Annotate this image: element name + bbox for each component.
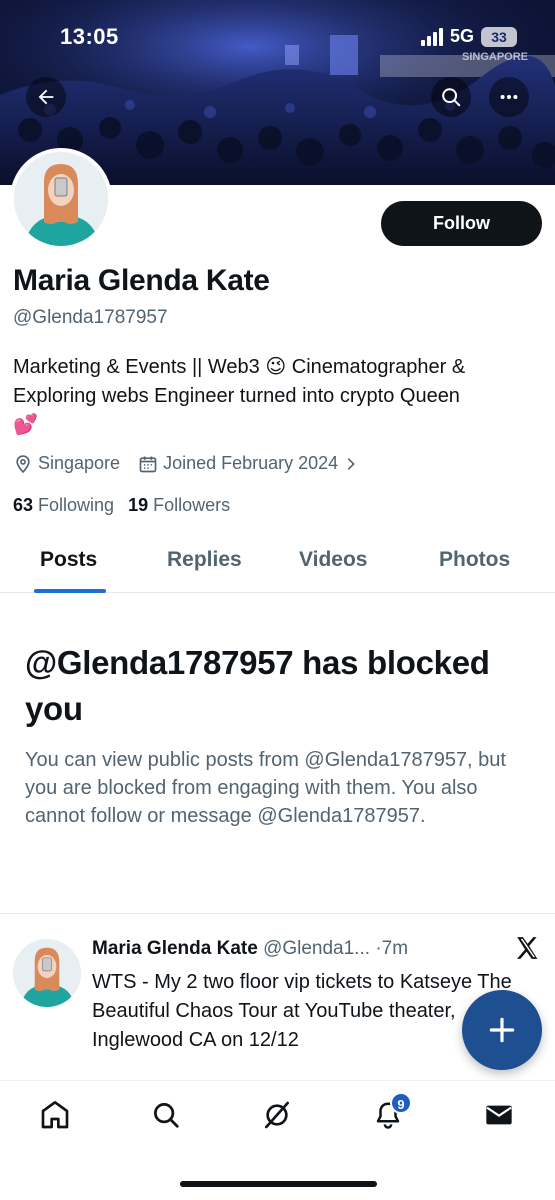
- blocked-title: @Glenda1787957 has blocked you: [25, 644, 490, 727]
- location-pin-icon: [16, 454, 30, 473]
- bio-line: Exploring webs Engineer turned into cryp…: [13, 385, 460, 407]
- profile-bio: Marketing & Events || Web3 😉 Cinematogra…: [13, 353, 543, 440]
- battery-icon: 33: [481, 26, 517, 47]
- nav-home[interactable]: [37, 1097, 73, 1133]
- post-header: Maria Glenda Kate @Glenda1... ·7m: [92, 938, 502, 960]
- nav-notifications[interactable]: 9: [370, 1092, 412, 1133]
- tab-videos[interactable]: Videos: [299, 548, 367, 572]
- blocked-message: You can view public posts from @Glenda17…: [25, 749, 506, 827]
- notifications-badge: 9: [390, 1092, 412, 1114]
- signal-icon: [420, 27, 443, 46]
- arrow-left-icon: [38, 89, 54, 105]
- status-time: 13:05: [60, 24, 119, 49]
- followers-label: Followers: [153, 495, 231, 515]
- search-button[interactable]: [431, 77, 471, 117]
- post-author[interactable]: Maria Glenda Kate: [92, 938, 258, 959]
- more-horizontal-icon: [500, 94, 518, 100]
- nav-search[interactable]: [148, 1097, 184, 1133]
- followers-count: 19: [128, 495, 149, 515]
- nav-grok[interactable]: [259, 1097, 295, 1133]
- tab-replies[interactable]: Replies: [167, 548, 242, 572]
- profile-tabs: Posts Replies Videos Photos: [0, 530, 555, 593]
- grok-icon: [265, 1101, 289, 1129]
- profile-handle: @Glenda1787957: [13, 307, 168, 328]
- location-text: Singapore: [38, 453, 121, 473]
- bio-line: Marketing & Events || Web3 😉 Cinematogra…: [13, 356, 466, 378]
- location: Singapore: [13, 453, 120, 474]
- bio-line: 💕: [13, 414, 38, 436]
- post-avatar-image: [13, 939, 81, 1007]
- home-indicator: [180, 1181, 377, 1187]
- profile-display-name: Maria Glenda Kate: [13, 264, 270, 297]
- post-time: 7m: [381, 938, 409, 959]
- tab-posts[interactable]: Posts: [40, 548, 97, 572]
- more-button[interactable]: [489, 77, 529, 117]
- profile-meta: Singapore Joined February 2024: [13, 453, 377, 474]
- following-label: Following: [38, 495, 115, 515]
- network-type: 5G: [449, 26, 474, 46]
- status-bar: 13:05 5G 33: [0, 18, 555, 58]
- avatar-image: [14, 152, 108, 246]
- joined-text: Joined February 2024: [163, 453, 339, 473]
- back-button[interactable]: [26, 77, 66, 117]
- profile-stats: 63 Following 19 Followers: [13, 495, 230, 516]
- home-icon: [41, 1101, 69, 1129]
- status-indicators: 5G 33: [420, 26, 517, 47]
- post-handle[interactable]: @Glenda1...: [263, 938, 370, 959]
- chevron-right-icon: [347, 457, 356, 470]
- active-tab-indicator: [34, 589, 106, 593]
- follow-button[interactable]: Follow: [381, 201, 542, 246]
- calendar-icon: [139, 456, 157, 472]
- divider: [0, 913, 555, 914]
- search-icon: [442, 88, 461, 107]
- followers-link[interactable]: 19 Followers: [128, 495, 230, 516]
- following-link[interactable]: 63 Following: [13, 495, 114, 516]
- joined-date[interactable]: Joined February 2024: [138, 453, 359, 474]
- post-avatar[interactable]: [13, 939, 81, 1007]
- x-logo-icon[interactable]: [514, 935, 540, 961]
- tab-photos[interactable]: Photos: [439, 548, 510, 572]
- compose-button[interactable]: [462, 990, 542, 1070]
- profile-avatar[interactable]: [10, 148, 112, 250]
- plus-icon: [489, 1017, 515, 1043]
- following-count: 63: [13, 495, 34, 515]
- mail-icon: [486, 1105, 512, 1125]
- nav-messages[interactable]: [481, 1097, 517, 1133]
- search-icon: [154, 1103, 179, 1128]
